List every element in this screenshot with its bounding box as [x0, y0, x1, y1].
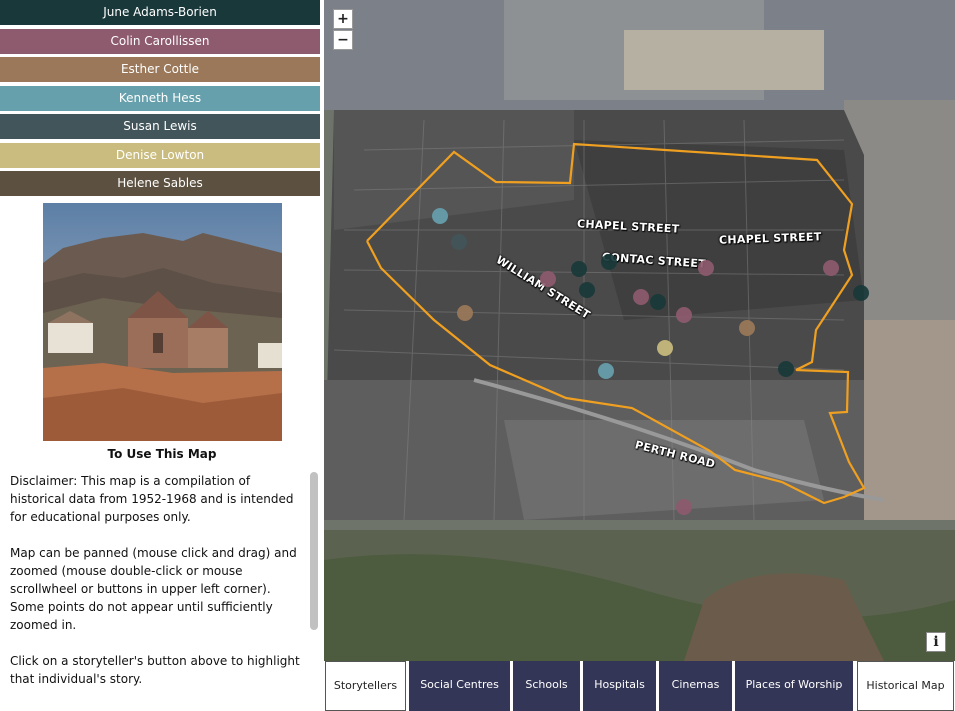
- tab-hospitals[interactable]: Hospitals: [583, 661, 656, 711]
- tab-cinemas[interactable]: Cinemas: [659, 661, 732, 711]
- storyteller-button-esther-cottle[interactable]: Esther Cottle: [0, 57, 320, 82]
- storyteller-button-kenneth-hess[interactable]: Kenneth Hess: [0, 86, 320, 111]
- sidebar-scrollbar[interactable]: [310, 472, 318, 630]
- disclaimer-paragraph: Disclaimer: This map is a compilation of…: [10, 474, 294, 524]
- story-point[interactable]: [451, 234, 467, 250]
- category-tab-bar: Storytellers Social Centres Schools Hosp…: [324, 661, 955, 711]
- story-point[interactable]: [657, 340, 673, 356]
- instructions-title: To Use This Map: [107, 447, 217, 461]
- story-point[interactable]: [676, 499, 692, 515]
- storyteller-button-colin-carollissen[interactable]: Colin Carollissen: [0, 29, 320, 54]
- historical-church-photo: [43, 203, 282, 441]
- storyteller-paragraph: Click on a storyteller's button above to…: [10, 654, 300, 686]
- zoom-in-button[interactable]: +: [333, 9, 353, 29]
- story-point[interactable]: [571, 261, 587, 277]
- story-point[interactable]: [650, 294, 666, 310]
- story-point[interactable]: [579, 282, 595, 298]
- sidebar: June Adams-Borien Colin Carollissen Esth…: [0, 0, 324, 711]
- instructions-text: Disclaimer: This map is a compilation of…: [10, 472, 302, 706]
- navigation-paragraph: Map can be panned (mouse click and drag)…: [10, 546, 297, 632]
- tab-places-of-worship[interactable]: Places of Worship: [735, 661, 853, 711]
- zoom-out-button[interactable]: −: [333, 30, 353, 50]
- tab-historical-map[interactable]: Historical Map: [857, 661, 954, 711]
- story-point[interactable]: [598, 363, 614, 379]
- tab-social-centres[interactable]: Social Centres: [409, 661, 510, 711]
- story-point[interactable]: [457, 305, 473, 321]
- story-point[interactable]: [823, 260, 839, 276]
- map-view[interactable]: CHAPEL STREET CHAPEL STREET CONTAC STREE…: [324, 0, 955, 661]
- info-button[interactable]: i: [926, 632, 946, 652]
- story-point[interactable]: [601, 254, 617, 270]
- storyteller-button-june-adams-borien[interactable]: June Adams-Borien: [0, 0, 320, 25]
- satellite-basemap: [324, 0, 955, 661]
- storyteller-button-susan-lewis[interactable]: Susan Lewis: [0, 114, 320, 139]
- story-point[interactable]: [853, 285, 869, 301]
- story-point[interactable]: [540, 271, 556, 287]
- story-point[interactable]: [676, 307, 692, 323]
- storyteller-button-helene-sables[interactable]: Helene Sables: [0, 171, 320, 196]
- tab-storytellers[interactable]: Storytellers: [325, 661, 406, 711]
- story-point[interactable]: [698, 260, 714, 276]
- story-point[interactable]: [778, 361, 794, 377]
- tab-schools[interactable]: Schools: [513, 661, 580, 711]
- story-point[interactable]: [633, 289, 649, 305]
- story-point[interactable]: [432, 208, 448, 224]
- storyteller-button-denise-lowton[interactable]: Denise Lowton: [0, 143, 320, 168]
- story-point[interactable]: [739, 320, 755, 336]
